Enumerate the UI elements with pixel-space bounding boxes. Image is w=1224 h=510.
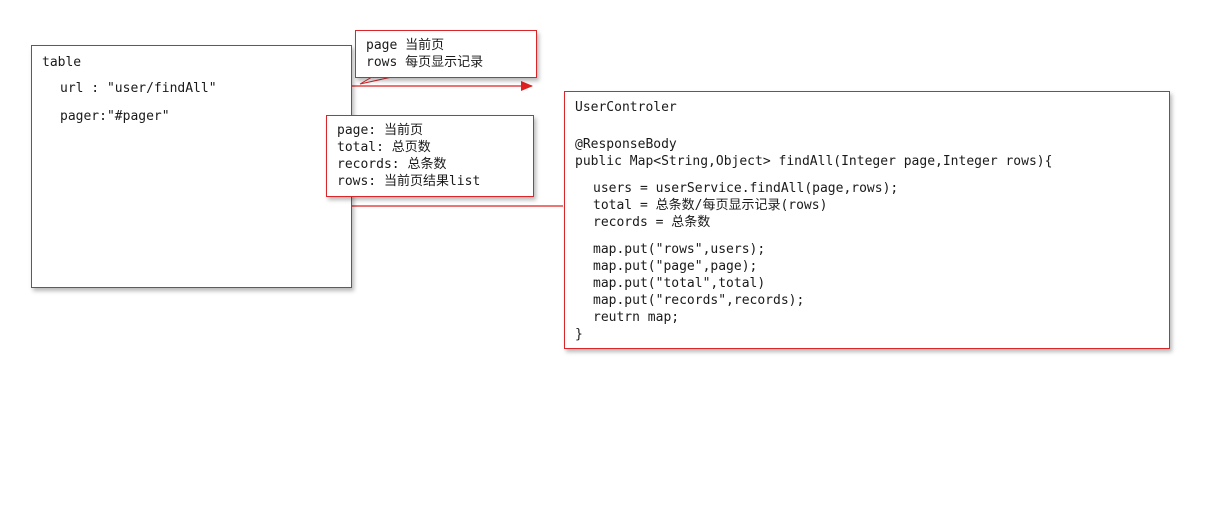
- table-url-line: url : "user/findAll": [60, 81, 217, 96]
- controller-title: UserControler: [575, 100, 677, 115]
- response-note-line: records: 总条数: [337, 157, 447, 172]
- table-config-box: table url : "user/findAll" pager:"#pager…: [31, 45, 352, 288]
- controller-annotation: @ResponseBody: [575, 137, 677, 152]
- controller-signature: public Map<String,Object> findAll(Intege…: [575, 154, 1053, 169]
- code-line: reutrn map;: [593, 310, 680, 325]
- response-note-line: total: 总页数: [337, 140, 431, 155]
- code-line: map.put("total",total): [593, 276, 766, 291]
- user-controller-box: UserControler @ResponseBody public Map<S…: [564, 91, 1170, 349]
- request-note-line: rows 每页显示记录: [366, 55, 484, 70]
- code-line: records = 总条数: [593, 215, 711, 230]
- code-line: map.put("records",records);: [593, 293, 805, 308]
- table-pager-line: pager:"#pager": [60, 109, 170, 124]
- code-line: map.put("page",page);: [593, 259, 758, 274]
- code-line: map.put("rows",users);: [593, 242, 766, 257]
- response-fields-note: page: 当前页 total: 总页数 records: 总条数 rows: …: [326, 115, 534, 197]
- response-note-line: rows: 当前页结果list: [337, 174, 481, 189]
- table-title: table: [42, 55, 82, 70]
- request-note-line: page 当前页: [366, 38, 445, 53]
- response-note-line: page: 当前页: [337, 123, 423, 138]
- code-line: total = 总条数/每页显示记录(rows): [593, 198, 828, 213]
- request-params-note: page 当前页 rows 每页显示记录: [355, 30, 537, 78]
- code-line: users = userService.findAll(page,rows);: [593, 181, 899, 196]
- code-closing-brace: }: [575, 327, 583, 342]
